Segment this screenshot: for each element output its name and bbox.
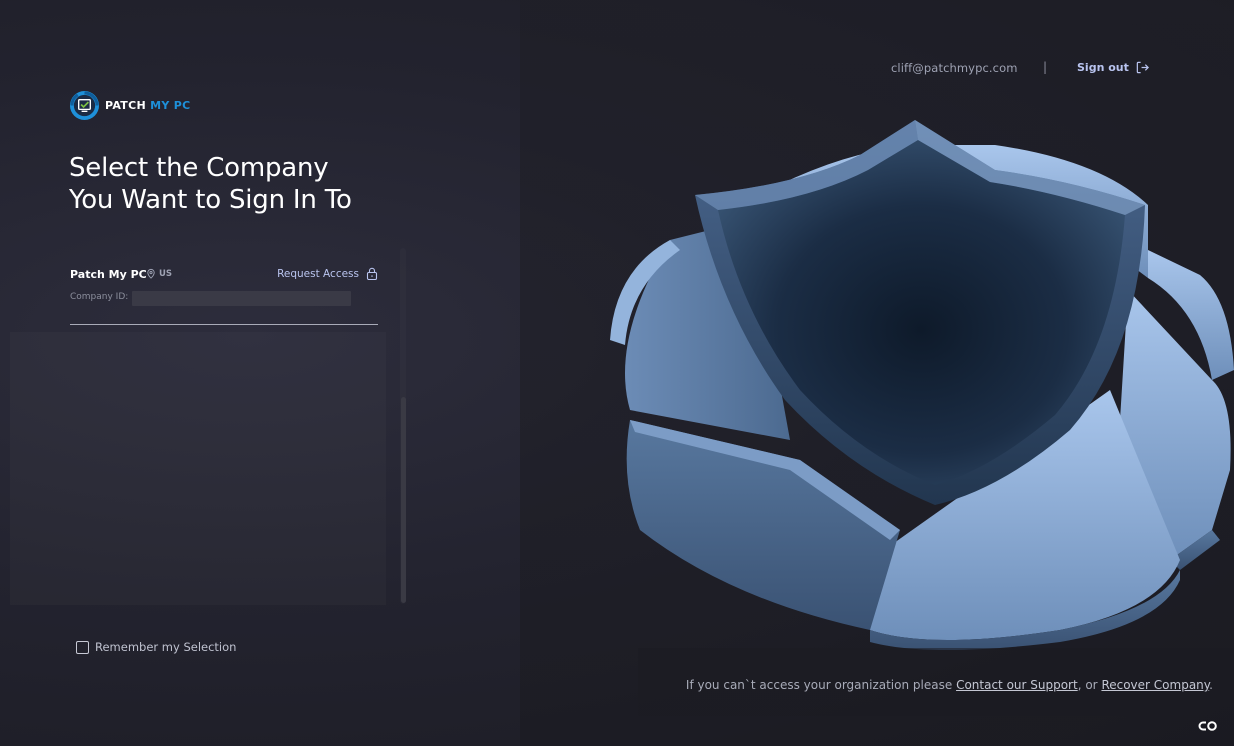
company-list-scrollbar-thumb[interactable] [401, 397, 406, 603]
page-title-line1: Select the Company [69, 153, 329, 183]
location-pin-icon [147, 268, 155, 279]
footer-prefix: If you can`t access your organization pl… [685, 678, 953, 692]
footer-help-text: If you can`t access your organization pl… [686, 678, 1213, 692]
company-region-label: US [159, 268, 173, 279]
assist-widget-button[interactable] [1189, 712, 1227, 739]
footer-middle: , or [1077, 678, 1098, 692]
company-list-item[interactable]: Patch My PC US Request Access Company ID… [70, 266, 378, 325]
remember-selection[interactable]: Remember my Selection [76, 640, 236, 654]
user-email: cliff@patchmypc.com [891, 61, 1018, 75]
remember-selection-checkbox[interactable] [76, 640, 89, 654]
company-list: Patch My PC US Request Access Company ID… [10, 250, 386, 605]
request-access-label: Request Access [277, 267, 359, 280]
brand-logo: PATCH MY PC [69, 90, 191, 121]
company-list-panel [10, 332, 386, 605]
lock-icon [366, 267, 378, 280]
footer-suffix: . [1209, 678, 1213, 692]
brand-name-part1: PATCH [105, 99, 146, 112]
page-title: Select the Company You Want to Sign In T… [69, 152, 429, 216]
patch-my-pc-logo-icon [69, 90, 100, 121]
assist-widget-icon [1198, 720, 1217, 731]
request-access-button[interactable]: Request Access [277, 267, 378, 280]
contact-support-link[interactable]: Contact our Support [956, 678, 1078, 692]
sign-out-label: Sign out [1077, 61, 1129, 74]
company-name: Patch My PC [70, 268, 147, 281]
sign-out-icon [1136, 61, 1149, 74]
header-separator: | [1043, 60, 1048, 74]
company-region: US [146, 268, 172, 279]
brand-name-part2: MY PC [150, 99, 191, 112]
recover-company-link[interactable]: Recover Company [1101, 678, 1209, 692]
page-title-line2: You Want to Sign In To [69, 185, 352, 215]
sign-out-button[interactable]: Sign out [1077, 60, 1150, 75]
company-id-label: Company ID: [70, 292, 129, 302]
remember-selection-label: Remember my Selection [95, 640, 237, 654]
brand-wordmark: PATCH MY PC [105, 99, 191, 112]
security-shield-illustration [610, 120, 1234, 650]
company-id-value [132, 291, 351, 306]
